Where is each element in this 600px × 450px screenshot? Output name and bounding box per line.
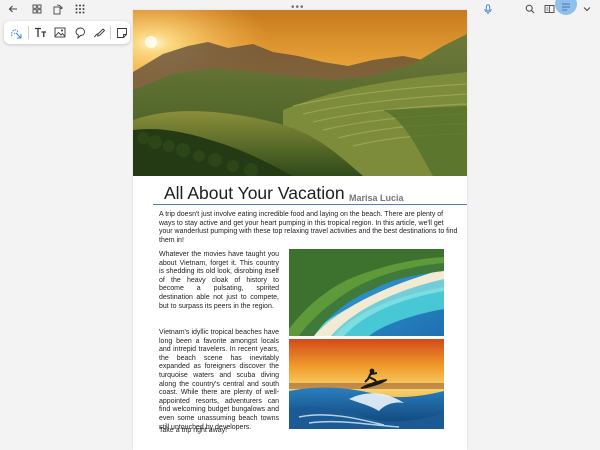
tropical-beach-photo: [289, 249, 444, 336]
article-intro: A trip doesn't just involve eating incre…: [159, 211, 458, 244]
lasso-select-icon[interactable]: [8, 24, 25, 41]
title-divider: [153, 204, 467, 205]
microphone-icon[interactable]: [480, 1, 496, 17]
toolbar-divider: [110, 26, 111, 39]
apps-icon[interactable]: [72, 1, 88, 17]
shape-icon[interactable]: [71, 24, 88, 41]
image-icon[interactable]: [51, 24, 68, 41]
article-closing: Take a trip right away!: [159, 427, 228, 434]
search-icon[interactable]: [522, 1, 538, 17]
surfer-sunset-photo: [289, 339, 444, 429]
back-arrow-icon[interactable]: [5, 1, 21, 17]
mountain-terraces-photo: [133, 10, 467, 176]
grid-view-icon[interactable]: [29, 1, 45, 17]
annotation-toolbar: [4, 21, 130, 44]
toolbar-divider: [28, 26, 29, 39]
sticky-note-icon[interactable]: [113, 24, 130, 41]
pen-icon[interactable]: [90, 24, 107, 41]
article-author: Marisa Lucia: [349, 193, 404, 203]
article-paragraph: Vietnam's idyllic tropical beaches have …: [159, 329, 279, 431]
rotate-icon[interactable]: [49, 1, 65, 17]
chevron-down-icon[interactable]: [579, 1, 595, 17]
document-page: All About Your Vacation Marisa Lucia A t…: [133, 10, 467, 450]
article-paragraph: Whatever the movies have taught you abou…: [159, 251, 279, 310]
article-title: All About Your Vacation: [164, 183, 345, 203]
menu-button[interactable]: [555, 0, 577, 15]
text-icon[interactable]: [32, 24, 49, 41]
